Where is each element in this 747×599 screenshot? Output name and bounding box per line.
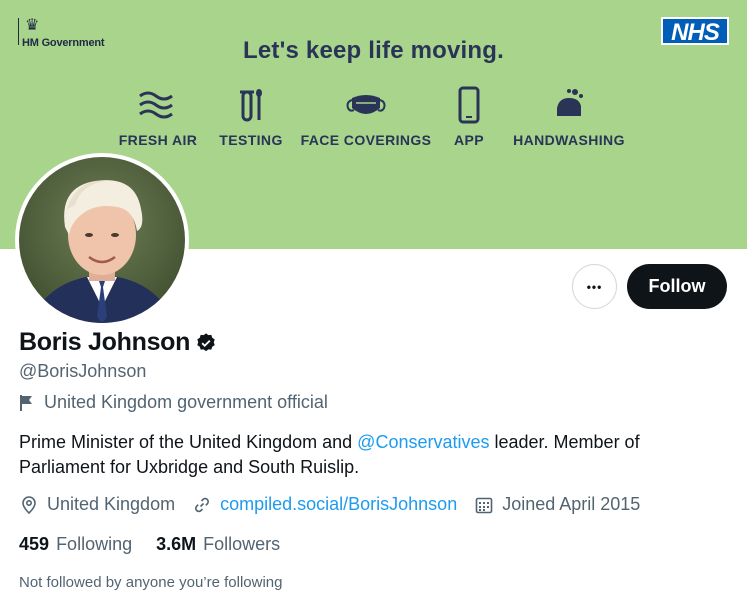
profile-bio: Prime Minister of the United Kingdom and… <box>19 430 719 480</box>
joined-text: Joined April 2015 <box>502 494 641 514</box>
measure-face-coverings: FACE COVERINGS <box>301 86 431 148</box>
following-count-link[interactable]: 459 Following <box>19 534 132 555</box>
phone-icon <box>458 86 480 124</box>
followers-count-link[interactable]: 3.6M Followers <box>156 534 280 555</box>
profile-handle: @BorisJohnson <box>19 361 147 381</box>
flag-icon <box>20 394 32 411</box>
profile-name-row: Boris Johnson <box>19 328 217 357</box>
joined-item: Joined April 2015 <box>474 494 640 515</box>
more-options-button[interactable]: ••• <box>572 264 617 309</box>
bio-mention-link[interactable]: @Conservatives <box>357 432 489 452</box>
wind-icon <box>139 91 173 119</box>
profile-name: Boris Johnson <box>19 328 191 356</box>
avatar-photo <box>19 157 185 323</box>
follow-button[interactable]: Follow <box>627 264 727 309</box>
test-tube-icon <box>240 89 262 122</box>
followers-label: Followers <box>203 534 281 554</box>
affiliation-text: United Kingdom government official <box>44 392 328 412</box>
measure-testing: TESTING <box>219 86 283 148</box>
location-item: United Kingdom <box>19 494 175 515</box>
face-mask-icon <box>346 95 386 114</box>
measures-row: FRESH AIR TESTING FACE COVERINGS APP HAN… <box>0 86 747 156</box>
website-link[interactable]: compiled.social/BorisJohnson <box>220 494 457 515</box>
website-item[interactable]: compiled.social/BorisJohnson <box>192 494 457 515</box>
calendar-icon <box>475 497 493 513</box>
location-pin-icon <box>22 495 36 514</box>
measure-fresh-air: FRESH AIR <box>119 86 197 148</box>
profile-meta: United Kingdom compiled.social/BorisJohn… <box>19 494 657 515</box>
follow-counts: 459 Following 3.6M Followers <box>19 534 304 555</box>
not-followed-note: Not followed by anyone you’re following <box>19 574 283 591</box>
following-count: 459 <box>19 534 50 554</box>
location-text: United Kingdom <box>47 494 176 514</box>
measure-label: APP <box>454 132 484 148</box>
more-dots-icon: ••• <box>586 279 603 294</box>
royal-crest-icon: ♛ <box>25 17 40 34</box>
avatar-portrait-image <box>19 157 185 323</box>
link-icon <box>195 497 210 512</box>
measure-app: APP <box>450 86 488 148</box>
campaign-headline: Let's keep life moving. <box>242 37 505 64</box>
bio-text-start: Prime Minister of the United Kingdom and <box>19 432 358 452</box>
verified-badge-icon[interactable] <box>195 332 217 354</box>
following-label: Following <box>56 534 133 554</box>
followers-count: 3.6M <box>156 534 197 554</box>
measure-label: FRESH AIR <box>118 132 198 148</box>
handwashing-icon <box>557 89 583 116</box>
affiliation-label: United Kingdom government official <box>19 392 328 413</box>
measure-label: FACE COVERINGS <box>300 132 432 148</box>
measure-label: HANDWASHING <box>513 132 625 148</box>
measure-handwashing: HANDWASHING <box>510 86 628 148</box>
measure-label: TESTING <box>219 132 283 148</box>
profile-avatar[interactable] <box>15 153 189 327</box>
